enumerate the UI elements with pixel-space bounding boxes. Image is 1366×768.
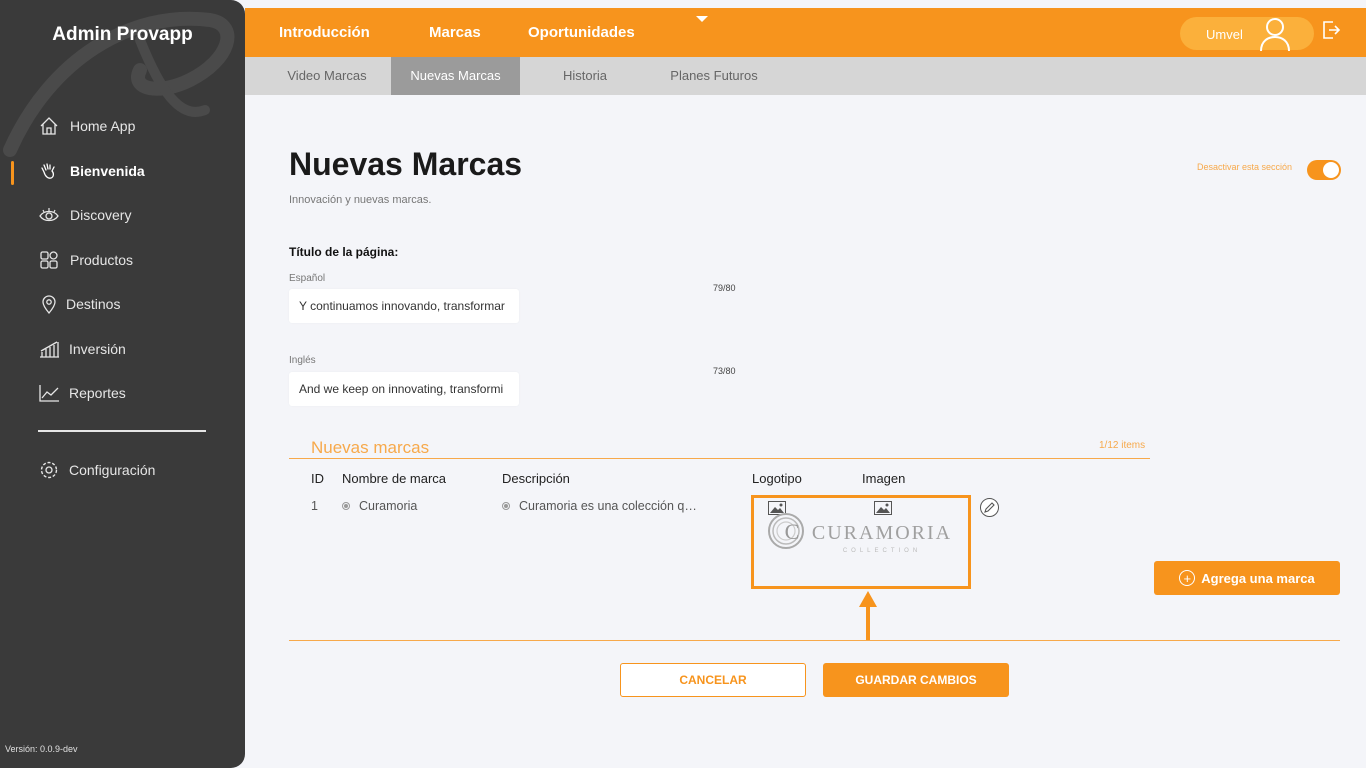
sidebar-item-label: Home App	[70, 118, 136, 134]
spanish-char-counter: 79/80	[713, 283, 736, 293]
svg-text:C: C	[785, 519, 800, 544]
eye-icon	[38, 204, 60, 226]
user-name: Umvel	[1206, 27, 1243, 42]
english-field-label: Inglés	[289, 355, 316, 366]
spanish-title-input[interactable]	[289, 289, 519, 323]
logo-subtitle: COLLECTION	[843, 548, 921, 554]
sidebar-item-label: Discovery	[70, 207, 132, 223]
brands-list-title: Nuevas marcas	[311, 438, 430, 457]
sub-navigation: Video Marcas Nuevas Marcas Historia Plan…	[245, 57, 1366, 95]
logout-icon[interactable]	[1321, 20, 1341, 40]
sidebar-item-configuracion[interactable]: Configuración	[38, 458, 155, 482]
cancel-button[interactable]: CANCELAR	[620, 663, 806, 697]
column-header-id: ID	[311, 471, 324, 486]
radio-dot-icon	[342, 502, 350, 510]
sidebar-item-discovery[interactable]: Discovery	[38, 203, 131, 227]
english-char-counter: 73/80	[713, 366, 736, 376]
section-toggle[interactable]	[1307, 160, 1341, 180]
sidebar-item-label: Configuración	[69, 462, 156, 478]
section-toggle-label: Desactivar esta sección	[1197, 162, 1293, 172]
grid-icon	[38, 249, 60, 271]
save-changes-button[interactable]: GUARDAR CAMBIOS	[823, 663, 1009, 697]
page-subtitle: Innovación y nuevas marcas.	[289, 194, 432, 206]
logo-wordmark: CURAMORIA	[812, 522, 952, 544]
brands-item-count: 1/12 items	[1099, 440, 1146, 451]
add-brand-button[interactable]: + Agrega una marca	[1154, 561, 1340, 595]
row-name-cell: Curamoria	[342, 499, 417, 513]
location-pin-icon	[38, 293, 60, 315]
plus-circle-icon: +	[1179, 570, 1196, 586]
top-navigation: Introducción Marcas Oportunidades Umvel	[245, 8, 1366, 57]
user-avatar-icon	[1260, 18, 1290, 51]
column-header-name: Nombre de marca	[342, 471, 447, 486]
sidebar-item-label: Destinos	[66, 296, 121, 312]
active-tab-indicator	[696, 16, 708, 22]
version-label: Versión: 0.0.9-dev	[5, 744, 78, 754]
active-indicator	[11, 161, 14, 185]
add-brand-label: Agrega una marca	[1201, 570, 1315, 586]
tab-oportunidades[interactable]: Oportunidades	[528, 24, 635, 41]
sidebar-item-destinos[interactable]: Destinos	[38, 292, 120, 316]
column-header-image: Imagen	[862, 471, 906, 486]
row-id: 1	[311, 499, 318, 513]
tab-marcas[interactable]: Marcas	[429, 24, 481, 41]
sidebar-item-bienvenida[interactable]: Bienvenida	[38, 159, 145, 183]
column-header-description: Descripción	[502, 471, 570, 486]
sidebar-divider	[38, 430, 206, 432]
edit-brand-button[interactable]	[980, 498, 999, 517]
subtab-historia[interactable]: Historia	[544, 57, 626, 95]
page-title: Nuevas Marcas	[289, 146, 523, 182]
form-footer-divider	[289, 640, 1340, 641]
spanish-field-label: Español	[289, 273, 326, 284]
sidebar-item-label: Productos	[70, 252, 134, 268]
sidebar-item-label: Bienvenida	[70, 163, 145, 179]
subtab-planes-futuros[interactable]: Planes Futuros	[655, 57, 773, 95]
tab-introduccion[interactable]: Introducción	[279, 24, 370, 41]
row-description-cell: Curamoria es una colección q…	[502, 499, 697, 513]
sidebar-item-label: Reportes	[69, 385, 126, 401]
sidebar-item-inversion[interactable]: Inversión	[38, 337, 126, 361]
toggle-knob	[1323, 162, 1339, 178]
sidebar-item-productos[interactable]: Productos	[38, 248, 133, 272]
waving-hand-icon	[38, 160, 60, 182]
user-menu-button[interactable]: Umvel	[1180, 17, 1314, 51]
page-title-section-label: Título de la página:	[289, 245, 399, 259]
sidebar: Admin Provapp Home App Bienvenida Discov…	[0, 0, 245, 768]
subtab-nuevas-marcas[interactable]: Nuevas Marcas	[391, 57, 520, 95]
app-title: Admin Provapp	[52, 24, 193, 45]
curamoria-logo-image: C CURAMORIA COLLECTION	[768, 513, 952, 554]
subtab-video-marcas[interactable]: Video Marcas	[273, 57, 381, 95]
up-arrow-annotation-icon	[859, 591, 877, 641]
sidebar-item-home-app[interactable]: Home App	[38, 114, 135, 138]
line-chart-icon	[38, 382, 60, 404]
home-icon	[38, 115, 60, 137]
gear-icon	[38, 459, 60, 481]
bar-chart-icon	[38, 338, 60, 360]
pencil-icon	[984, 502, 995, 513]
row-name: Curamoria	[359, 499, 418, 513]
sidebar-item-label: Inversión	[69, 341, 126, 357]
brands-list-divider	[289, 458, 1150, 459]
row-description: Curamoria es una colección q…	[519, 499, 697, 513]
sidebar-item-reportes[interactable]: Reportes	[38, 381, 126, 405]
english-title-input[interactable]	[289, 372, 519, 406]
column-header-logo: Logotipo	[752, 471, 802, 486]
radio-dot-icon	[502, 502, 510, 510]
